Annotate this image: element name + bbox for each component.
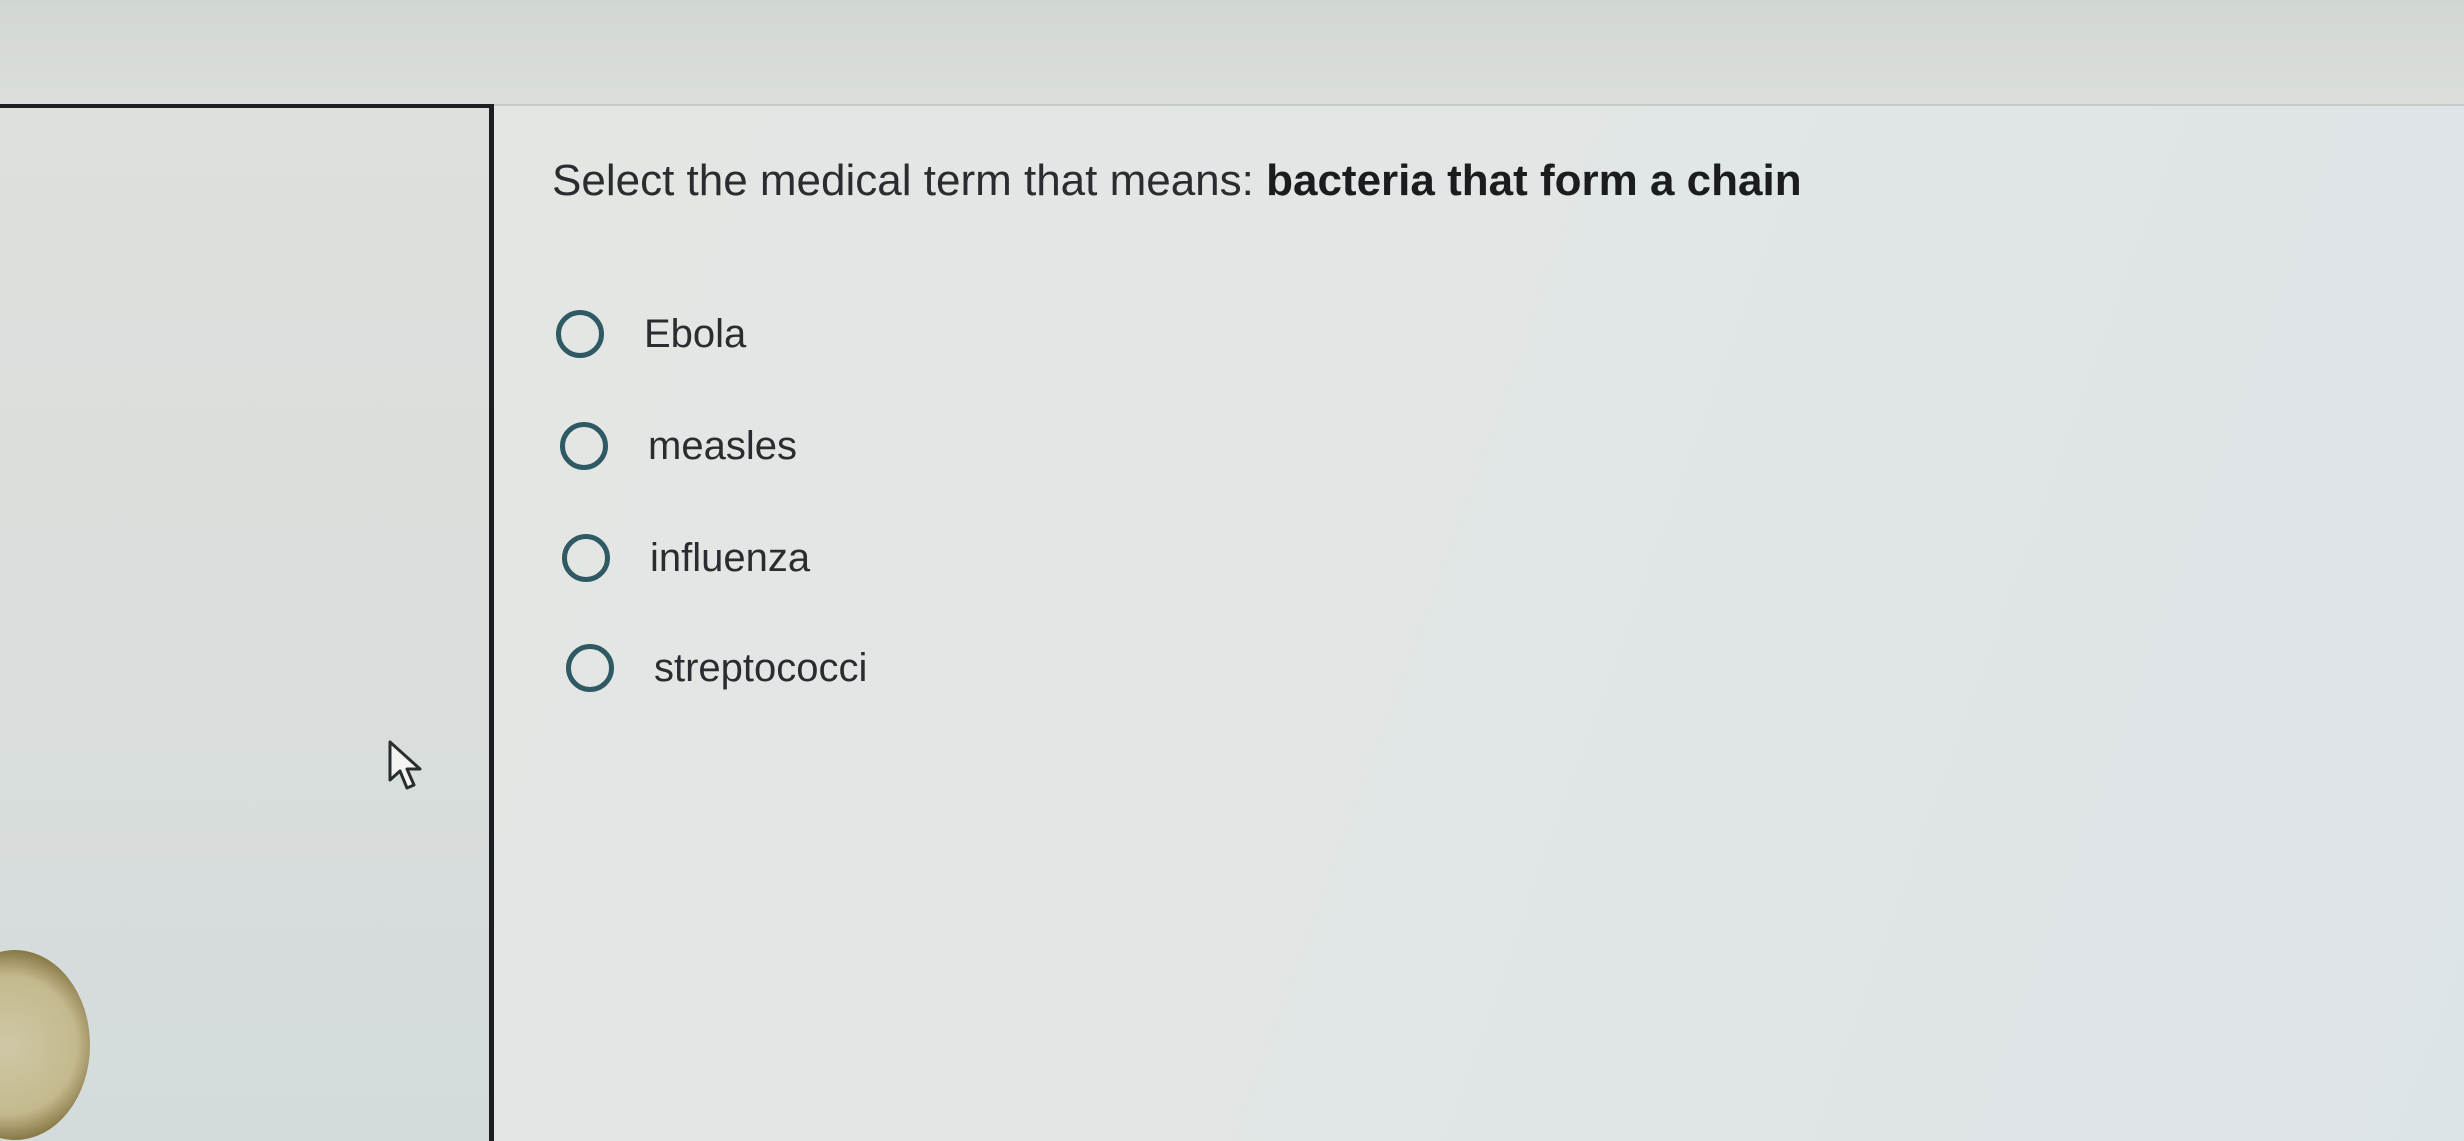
option-measles[interactable]: measles bbox=[560, 414, 797, 478]
radio-button[interactable] bbox=[566, 644, 614, 692]
screen-top-area bbox=[0, 0, 2464, 104]
option-label: influenza bbox=[650, 535, 811, 580]
mouse-pointer-icon bbox=[388, 740, 422, 790]
left-panel bbox=[0, 104, 494, 1141]
radio-button[interactable] bbox=[560, 422, 608, 470]
question-emphasis: bacteria that form a chain bbox=[1266, 156, 1802, 205]
radio-button[interactable] bbox=[556, 310, 604, 358]
option-ebola[interactable]: Ebola bbox=[556, 302, 746, 366]
question-panel bbox=[494, 104, 2464, 1141]
option-influenza[interactable]: influenza bbox=[562, 526, 810, 590]
radio-button[interactable] bbox=[562, 534, 610, 582]
option-label: Ebola bbox=[644, 311, 747, 356]
question-prefix: Select the medical term that means: bbox=[552, 156, 1267, 205]
question-text: Select the medical term that means: bact… bbox=[552, 156, 1802, 206]
option-label: measles bbox=[648, 423, 797, 468]
option-label: streptococci bbox=[654, 645, 868, 690]
option-streptococci[interactable]: streptococci bbox=[566, 636, 867, 700]
